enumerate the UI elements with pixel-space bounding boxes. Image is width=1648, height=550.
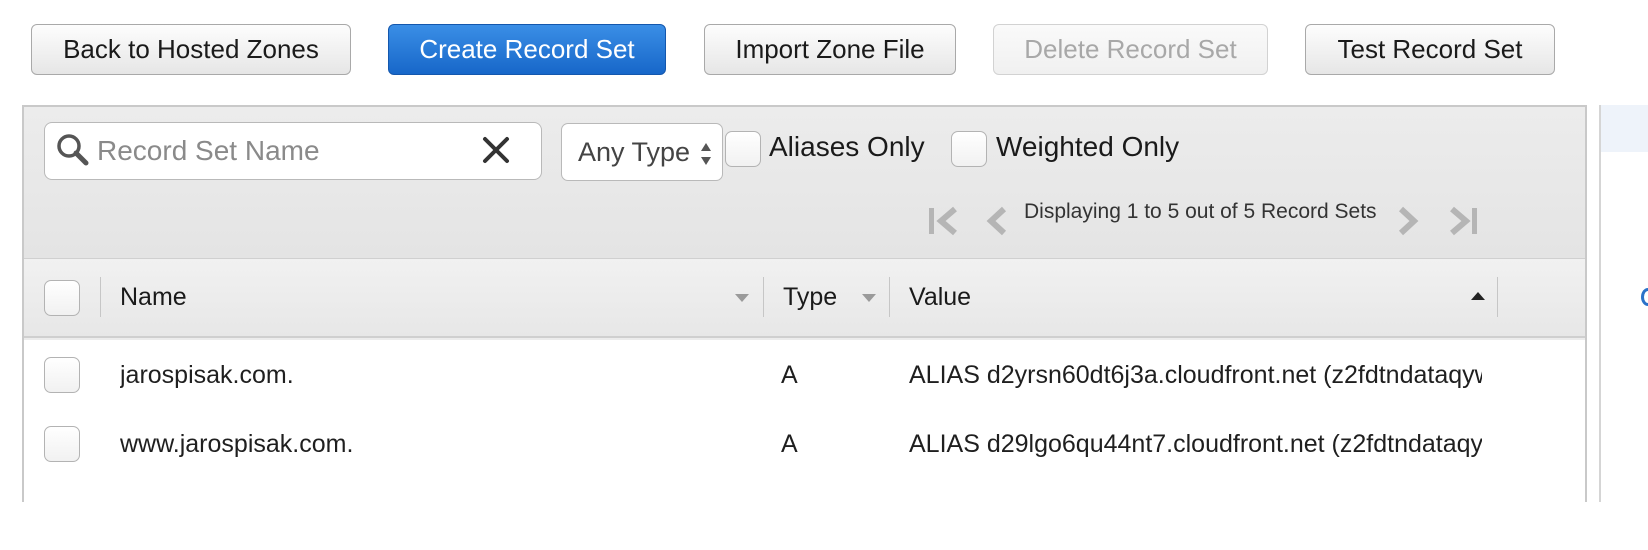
column-header-type[interactable]: Type <box>783 283 837 312</box>
column-header-name[interactable]: Name <box>120 283 187 312</box>
table-row[interactable] <box>24 478 1585 550</box>
record-name: jarospisak.com. <box>120 361 294 389</box>
record-type: A <box>781 361 798 389</box>
back-to-hosted-zones-button[interactable]: Back to Hosted Zones <box>31 24 351 75</box>
aliases-only-checkbox[interactable] <box>725 131 761 167</box>
column-divider <box>889 277 890 317</box>
sort-arrows-icon <box>701 143 711 165</box>
weighted-only-label: Weighted Only <box>996 131 1180 162</box>
search-icon <box>57 134 89 166</box>
table-header: Name Type Value <box>24 258 1585 338</box>
table-row[interactable]: www.jarospisak.com. A ALIAS d29lgo6qu44n… <box>24 409 1585 481</box>
column-divider <box>100 277 101 317</box>
last-page-icon[interactable] <box>1446 206 1480 236</box>
column-header-value[interactable]: Value <box>909 283 971 312</box>
select-all-checkbox[interactable] <box>44 280 80 316</box>
weighted-only-checkbox[interactable] <box>951 131 987 167</box>
delete-record-set-button[interactable]: Delete Record Set <box>993 24 1268 75</box>
side-panel <box>1599 105 1648 502</box>
type-filter-select[interactable]: Any Type <box>561 123 723 181</box>
record-value: ALIAS d2yrsn60dt6j3a.cloudfront.net (z2f… <box>909 361 1482 389</box>
aliases-only-label: Aliases Only <box>769 131 925 162</box>
test-record-set-button[interactable]: Test Record Set <box>1305 24 1555 75</box>
record-name: www.jarospisak.com. <box>120 430 354 458</box>
import-zone-file-button[interactable]: Import Zone File <box>704 24 956 75</box>
sort-down-icon[interactable] <box>862 294 876 303</box>
sort-down-icon[interactable] <box>735 294 749 303</box>
side-panel-header <box>1601 105 1648 152</box>
create-record-set-button[interactable]: Create Record Set <box>388 24 666 75</box>
type-filter-value: Any Type <box>578 136 691 167</box>
info-icon <box>1641 288 1648 306</box>
sort-up-icon[interactable] <box>1471 292 1485 301</box>
record-type: A <box>781 430 798 458</box>
clear-icon[interactable] <box>481 135 511 165</box>
column-divider <box>1497 277 1498 317</box>
row-checkbox[interactable] <box>44 357 80 393</box>
pagination-text: Displaying 1 to 5 out of 5 Record Sets <box>1024 200 1377 223</box>
filter-bar: Any Type Aliases Only Weighted Only Disp… <box>24 107 1585 258</box>
record-set-name-input[interactable] <box>95 131 485 171</box>
search-box <box>44 122 542 180</box>
row-checkbox[interactable] <box>44 426 80 462</box>
next-page-icon[interactable] <box>1396 206 1420 236</box>
prev-page-icon[interactable] <box>985 206 1009 236</box>
first-page-icon[interactable] <box>927 206 961 236</box>
table-row[interactable]: jarospisak.com. A ALIAS d2yrsn60dt6j3a.c… <box>24 340 1585 412</box>
record-sets-panel: Any Type Aliases Only Weighted Only Disp… <box>22 105 1587 550</box>
column-divider <box>763 277 764 317</box>
record-value: ALIAS d29lgo6qu44nt7.cloudfront.net (z2f… <box>909 430 1482 458</box>
